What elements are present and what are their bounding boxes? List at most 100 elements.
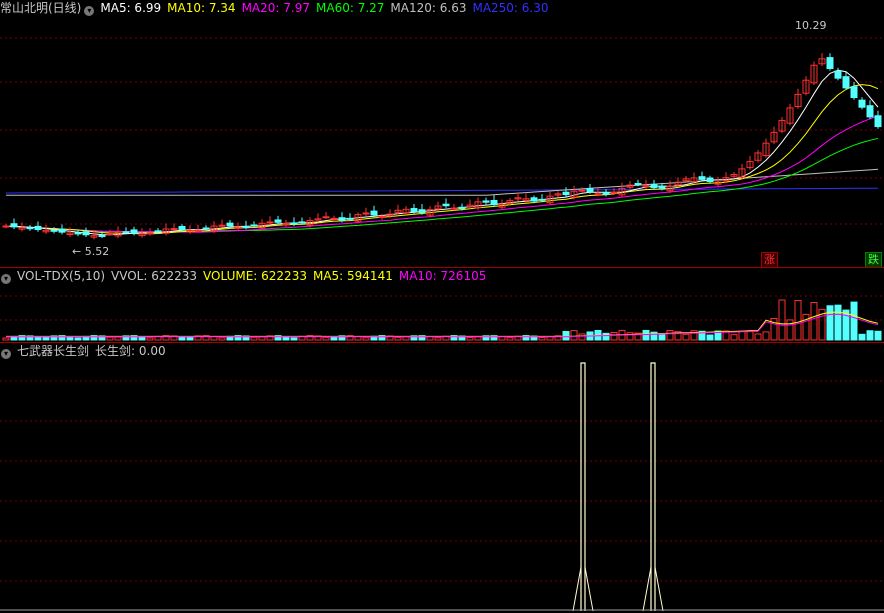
- volume-separator: [0, 342, 884, 343]
- candle-body: [362, 212, 370, 215]
- volume-bar: [322, 336, 330, 341]
- candle-body: [226, 222, 234, 227]
- candle-body: [154, 230, 162, 233]
- candle-body: [562, 191, 570, 196]
- candle-body: [122, 231, 130, 234]
- indicator-header: ▾ 七武器长生剑 长生剑: 0.00: [0, 344, 178, 359]
- indicator-value-0: 长生剑: 0.00: [95, 344, 166, 358]
- indicator-chart[interactable]: [0, 359, 884, 612]
- candle-body: [602, 192, 610, 195]
- main-chart-header: 常山北明(日线) ▾ MA5: 6.99 MA10: 7.34 MA20: 7.97 MA…: [0, 1, 561, 16]
- volume-bar: [362, 337, 370, 341]
- candle-body: [538, 198, 546, 201]
- candle-body: [58, 228, 66, 233]
- volume-bar: [178, 336, 186, 341]
- ma-value-0: MA5: 6.99: [100, 1, 162, 15]
- volume-bar: [866, 330, 874, 341]
- volume-bar: [842, 309, 850, 341]
- volume-chart[interactable]: [0, 284, 884, 342]
- candle-body: [146, 232, 154, 235]
- candle-body: [274, 219, 282, 223]
- ma-value-5: MA250: 6.30: [472, 1, 549, 15]
- candle-body: [202, 227, 210, 230]
- candle-body: [34, 225, 42, 231]
- volume-bar: [146, 337, 154, 341]
- candle-body: [706, 177, 714, 183]
- candle-body: [10, 223, 18, 228]
- candle-body: [834, 70, 842, 79]
- collapse-chevron-icon[interactable]: ▾: [1, 349, 11, 359]
- volume-bar: [874, 330, 882, 341]
- candle-body: [418, 209, 426, 214]
- main-separator: [0, 267, 884, 268]
- low-price-label: ← 5.52: [72, 245, 110, 258]
- volume-bar: [114, 336, 122, 341]
- volume-bar: [730, 334, 738, 341]
- volume-bar: [666, 330, 674, 341]
- volume-bar: [330, 336, 338, 341]
- volume-bar: [738, 330, 746, 341]
- candle-body: [98, 235, 106, 238]
- volume-bar: [762, 331, 770, 341]
- volume-bar: [610, 331, 618, 341]
- candle-body: [250, 224, 258, 227]
- ma5-line: [5, 69, 879, 236]
- candle-body: [874, 115, 882, 128]
- candle-body: [594, 193, 602, 196]
- candle-body: [298, 221, 306, 224]
- volume-bar: [754, 333, 762, 341]
- volume-bar: [602, 332, 610, 341]
- ma-value-1: MA10: 7.34: [167, 1, 236, 15]
- indicator-legend: 长生剑: 0.00: [95, 344, 172, 358]
- candle-body: [218, 224, 226, 227]
- candle-body: [82, 231, 90, 236]
- candle-body: [866, 105, 874, 118]
- volume-bar: [658, 333, 666, 341]
- stock-title[interactable]: 常山北明(日线): [0, 1, 81, 15]
- volume-bar: [810, 302, 818, 341]
- candle-body: [330, 217, 338, 220]
- collapse-chevron-icon[interactable]: ▾: [84, 6, 95, 16]
- candle-body: [826, 57, 834, 69]
- candle-body: [322, 216, 330, 219]
- volume-bar: [106, 336, 114, 341]
- volume-value-2: MA5: 594141: [312, 269, 393, 283]
- candle-body: [266, 221, 274, 224]
- candle-body: [530, 197, 538, 202]
- volume-bar: [474, 336, 482, 341]
- volume-bar: [826, 305, 834, 341]
- candle-body: [442, 203, 450, 207]
- collapse-chevron-icon[interactable]: ▾: [1, 274, 11, 284]
- volume-bar: [394, 336, 402, 341]
- candle-body: [658, 185, 666, 189]
- volume-bar: [186, 336, 194, 341]
- volume-bar: [706, 334, 714, 341]
- volume-bar: [434, 337, 442, 341]
- indicator-title[interactable]: 七武器长生剑: [17, 344, 89, 358]
- candle-body: [50, 229, 58, 232]
- ma-value-4: MA120: 6.63: [390, 1, 467, 15]
- volume-bar: [562, 330, 570, 341]
- volume-bar: [802, 313, 810, 341]
- volume-bar: [682, 333, 690, 341]
- candle-body: [458, 206, 466, 209]
- candle-body: [610, 191, 618, 194]
- volume-bar: [2, 337, 10, 341]
- candle-body: [74, 232, 82, 235]
- volume-legend: VVOL: 622233 VOLUME: 622233 MA5: 594141 MA1…: [111, 269, 492, 283]
- volume-bar: [250, 336, 258, 341]
- volume-value-1: VOLUME: 622233: [203, 269, 307, 283]
- ma250-line: [6, 187, 878, 194]
- volume-bar: [218, 337, 226, 341]
- volume-header: ▾ VOL-TDX(5,10) VVOL: 622233 VOLUME: 622233…: [0, 269, 498, 284]
- candlestick-chart[interactable]: [0, 16, 884, 268]
- volume-bar: [850, 301, 858, 341]
- candle-body: [698, 176, 706, 180]
- fall-badge[interactable]: 跌: [865, 252, 882, 268]
- rise-badge[interactable]: 涨: [761, 252, 778, 268]
- candle-body: [178, 225, 186, 231]
- volume-bar: [290, 337, 298, 341]
- indicator-spike-base: [642, 566, 664, 612]
- volume-title[interactable]: VOL-TDX(5,10): [17, 269, 105, 283]
- candle-body: [586, 188, 594, 193]
